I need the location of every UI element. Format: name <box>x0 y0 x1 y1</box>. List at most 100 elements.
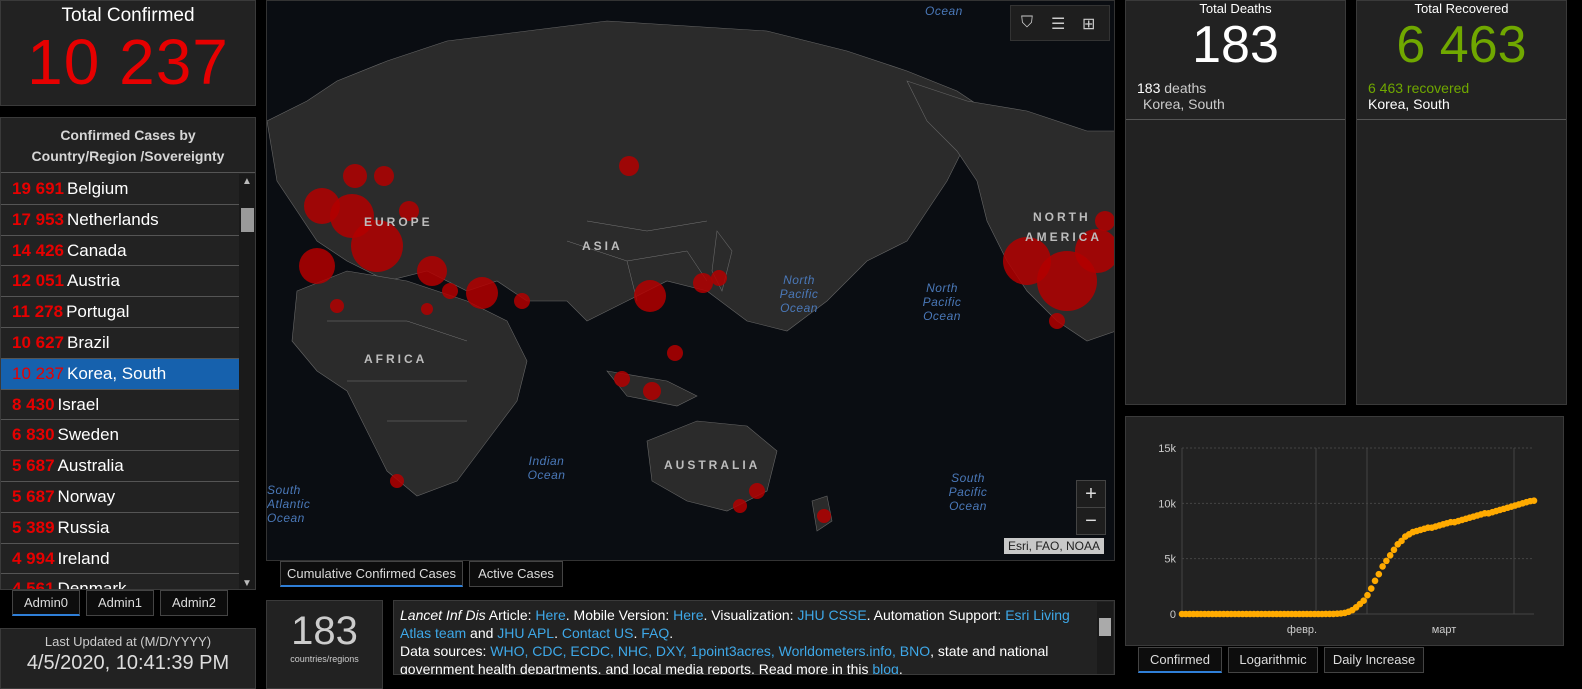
bubble-iran <box>466 277 498 309</box>
country-count: 10 237 <box>12 363 64 383</box>
ocean-label-south-pacific: South Pacific Ocean <box>948 471 988 513</box>
total-recovered-title: Total Recovered <box>1414 1 1509 16</box>
ocean-label-south-atlantic: South Atlantic Ocean <box>267 483 311 525</box>
bubble-mexico <box>1049 313 1065 329</box>
country-name: Norway <box>57 486 116 506</box>
auto-text: . Automation Support: <box>866 607 1006 623</box>
info-scrollbar[interactable] <box>1097 602 1113 674</box>
country-list-scrollbar[interactable]: ▲ ▼ <box>239 174 255 589</box>
bubble-europe-5 <box>343 164 367 188</box>
country-name: Brazil <box>67 332 110 352</box>
scroll-up-icon[interactable]: ▲ <box>242 176 252 187</box>
region-label-america: AMERICA <box>1025 230 1102 244</box>
legend-list-icon[interactable]: ☰ <box>1051 14 1065 34</box>
y-tick-label: 5k <box>1164 554 1176 566</box>
bubble-egypt <box>421 303 433 315</box>
country-name: Belgium <box>67 179 129 198</box>
and-text: and <box>466 625 498 641</box>
country-count: 4 994 <box>12 548 55 568</box>
country-row[interactable]: 5 389 Russia <box>1 513 239 544</box>
deaths-detail-label: deaths <box>1160 80 1207 96</box>
info-scrollbar-thumb[interactable] <box>1099 618 1111 636</box>
basemap-gallery-icon[interactable]: ⊞ <box>1082 14 1095 34</box>
tab-admin2[interactable]: Admin2 <box>160 590 228 616</box>
country-row[interactable]: 10 627 Brazil <box>1 328 239 359</box>
country-count: 5 389 <box>12 517 55 537</box>
tab-logarithmic[interactable]: Logarithmic <box>1228 647 1318 673</box>
ocean-label-north-pacific-1: North Pacific Ocean <box>779 273 819 315</box>
mobile-link[interactable]: Here <box>673 607 703 623</box>
tab-confirmed[interactable]: Confirmed <box>1138 647 1222 673</box>
jhu-csse-link[interactable]: JHU CSSE <box>797 607 866 623</box>
country-row[interactable]: 12 051 Austria <box>1 266 239 298</box>
ocean-label-north-pacific-2: North Pacific Ocean <box>922 281 962 323</box>
country-row[interactable]: 5 687 Australia <box>1 451 239 482</box>
deaths-detail: 183 deaths <box>1137 80 1345 96</box>
bubble-south-africa <box>390 474 404 488</box>
confirmed-chart-panel: 0 5k 10k 15k февр. март <box>1125 416 1564 646</box>
deaths-divider <box>1126 119 1345 120</box>
country-row[interactable]: 4 994 Ireland <box>1 544 239 575</box>
scroll-down-icon[interactable]: ▼ <box>242 578 252 589</box>
country-row[interactable]: 19 691 Belgium <box>1 174 239 205</box>
bubble-turkey <box>442 283 458 299</box>
bubble-canada <box>1095 211 1114 231</box>
tab-cumulative-confirmed[interactable]: Cumulative Confirmed Cases <box>280 561 463 587</box>
bubble-russia <box>619 156 639 176</box>
confirmed-chart: 0 5k 10k 15k февр. март <box>1158 443 1538 636</box>
total-deaths-title: Total Deaths <box>1199 1 1272 16</box>
bubble-europe-8 <box>417 256 447 286</box>
blog-link[interactable]: blog <box>872 661 898 674</box>
contact-link[interactable]: Contact US <box>562 625 634 641</box>
info-panel: Lancet Inf Dis Article: Here. Mobile Ver… <box>393 600 1115 675</box>
y-tick-label: 0 <box>1170 609 1176 621</box>
last-updated-value: 4/5/2020, 10:41:39 PM <box>26 652 230 674</box>
country-row[interactable]: 8 430 Israel <box>1 390 239 421</box>
mobile-text: . Mobile Version: <box>565 607 674 623</box>
sources-links[interactable]: WHO, CDC, ECDC, NHC, DXY, 1point3acres, … <box>490 643 930 659</box>
country-row[interactable]: 10 237 Korea, South <box>1 358 239 390</box>
country-name: Netherlands <box>67 209 159 229</box>
country-name: Israel <box>57 394 100 414</box>
scrollbar-thumb[interactable] <box>241 208 254 232</box>
article-link[interactable]: Here <box>535 607 565 623</box>
data-point <box>1386 552 1394 559</box>
zoom-out-button[interactable]: − <box>1076 507 1106 535</box>
country-count: 5 687 <box>12 486 55 506</box>
faq-link[interactable]: FAQ <box>641 625 669 641</box>
dot-4: . <box>898 661 903 675</box>
total-deaths-panel: Total Deaths 183 183 deaths Korea, South <box>1125 0 1346 405</box>
tab-admin0[interactable]: Admin0 <box>12 590 80 616</box>
country-name: Portugal <box>66 302 130 322</box>
tab-daily-increase[interactable]: Daily Increase <box>1324 647 1424 673</box>
country-list: 19 691 Belgium 17 953 Netherlands 14 426 Cana… <box>1 174 239 590</box>
last-updated-panel: Last Updated at (M/D/YYYY) 4/5/2020, 10:… <box>0 628 256 689</box>
region-label-asia: ASIA <box>582 239 623 253</box>
map-toolbar: ⛉ ☰ ⊞ <box>1010 5 1110 41</box>
zoom-in-button[interactable]: + <box>1076 480 1106 508</box>
country-row[interactable]: 5 687 Norway <box>1 482 239 513</box>
country-count: 5 687 <box>12 456 55 476</box>
world-map[interactable]: Ocean North Pacific Ocean North Pacific … <box>266 0 1115 561</box>
tab-active-cases[interactable]: Active Cases <box>469 561 563 587</box>
countries-count-panel: 183 countries/regions <box>266 600 383 689</box>
tab-admin1[interactable]: Admin1 <box>86 590 154 616</box>
country-row[interactable]: 17 953 Netherlands <box>1 205 239 236</box>
y-tick-label: 15k <box>1158 443 1176 455</box>
country-name: Korea, South <box>67 363 167 383</box>
country-list-header: Confirmed Cases by Country/Region /Sover… <box>1 118 255 173</box>
bubble-west-africa <box>330 299 344 313</box>
country-name: Russia <box>57 517 110 537</box>
country-row[interactable]: 6 830 Sweden <box>1 420 239 452</box>
country-count: 4 561 <box>12 579 55 590</box>
bubble-india-1 <box>514 293 530 309</box>
bubble-australia-1 <box>749 483 765 499</box>
country-count: 19 691 <box>12 179 64 198</box>
country-row[interactable]: 11 278 Portugal <box>1 297 239 328</box>
jhu-apl-link[interactable]: JHU APL <box>497 625 554 641</box>
article-text: Article: <box>485 607 536 623</box>
country-count: 17 953 <box>12 209 64 229</box>
country-row[interactable]: 4 561 Denmark <box>1 574 239 590</box>
country-row[interactable]: 14 426 Canada <box>1 236 239 267</box>
bookmark-icon[interactable]: ⛉ <box>1021 14 1033 32</box>
